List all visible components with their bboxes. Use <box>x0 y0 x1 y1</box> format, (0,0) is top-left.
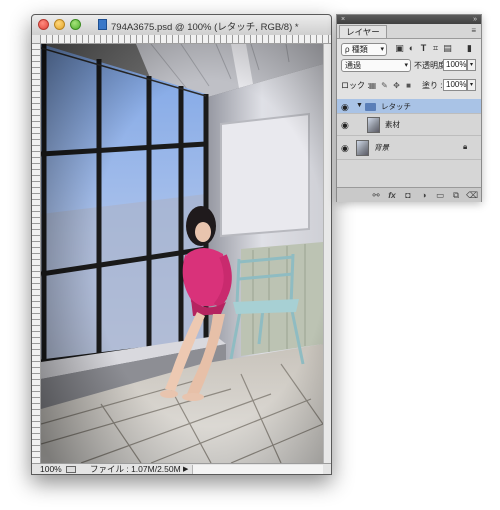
proof-icon[interactable] <box>66 466 76 473</box>
visibility-eye-icon[interactable]: ◉ <box>341 103 351 112</box>
vertical-scrollbar[interactable] <box>323 44 331 463</box>
document-titlebar[interactable]: 794A3675.psd @ 100% (レタッチ, RGB/8) * <box>32 15 331 36</box>
panel-footer: ⚯ fx ◘ ◑ ▭ ⧉ ⌫ <box>337 187 481 202</box>
vertical-ruler[interactable] <box>32 43 41 463</box>
lock-label: ロック : <box>341 81 370 90</box>
panel-close-icon[interactable]: × <box>341 16 348 23</box>
chevron-down-icon: ▾ <box>404 62 408 69</box>
expand-triangle-icon[interactable]: ▼ <box>356 102 363 109</box>
lock-all-icon[interactable]: ■ <box>404 81 413 90</box>
panel-collapse-icon[interactable]: » <box>473 15 477 24</box>
layer-row-group-retouch[interactable]: ◉ ▼ レタッチ <box>337 99 481 114</box>
layer-lock-icon: 🔒︎ <box>463 142 468 151</box>
link-icon[interactable]: ⚯ <box>371 190 381 200</box>
psd-file-icon <box>98 19 107 30</box>
layer-thumbnail <box>367 117 380 133</box>
blend-mode-select[interactable]: 通過 ▾ <box>341 59 411 72</box>
folder-icon <box>365 103 376 111</box>
mask-icon[interactable]: ◘ <box>403 190 413 200</box>
layer-name: 素材 <box>385 120 400 129</box>
lock-image-icon[interactable]: ✎ <box>380 81 389 90</box>
lock-position-icon[interactable]: ✥ <box>392 81 401 90</box>
zoom-window-button[interactable] <box>70 19 81 30</box>
document-title: 794A3675.psd @ 100% (レタッチ, RGB/8) * <box>111 22 299 33</box>
image-canvas[interactable] <box>41 44 323 463</box>
document-window: 794A3675.psd @ 100% (レタッチ, RGB/8) * 100%… <box>31 14 332 475</box>
layer-list: ◉ ▼ レタッチ ◉ 素材 ◉ 背景 🔒︎ <box>337 99 481 187</box>
type-filter-icon[interactable]: T <box>419 44 428 53</box>
layers-panel: × » レイヤー ≡ ρ 種類 ▾ ▣ ◐ T ⌗ ▤ ▮ 通過 ▾ 不透明度 … <box>336 14 482 202</box>
adjustment-icon[interactable]: ◑ <box>419 190 429 200</box>
filter-kind-value: ρ 種類 <box>345 45 368 54</box>
lock-transparent-icon[interactable]: ▦ <box>368 81 377 90</box>
new-layer-icon[interactable]: ⧉ <box>451 190 461 200</box>
layer-name: 背景 <box>374 143 389 152</box>
layer-row-background[interactable]: ◉ 背景 🔒︎ <box>337 136 481 160</box>
fill-input[interactable]: 100% <box>443 79 467 91</box>
panel-titlebar[interactable]: × » <box>337 15 481 24</box>
visibility-eye-icon[interactable]: ◉ <box>341 121 351 130</box>
horizontal-ruler[interactable] <box>40 35 331 44</box>
opacity-slider-toggle[interactable]: ▾ <box>467 59 476 71</box>
trash-icon[interactable]: ⌫ <box>466 190 478 200</box>
layer-controls: ρ 種類 ▾ ▣ ◐ T ⌗ ▤ ▮ 通過 ▾ 不透明度 : 100% ▾ ロッ… <box>337 38 481 100</box>
zoom-level[interactable]: 100% <box>40 464 62 474</box>
fill-slider-toggle[interactable]: ▾ <box>467 79 476 91</box>
group-icon[interactable]: ▭ <box>435 190 445 200</box>
panel-menu-icon[interactable]: ≡ <box>471 26 476 35</box>
close-window-button[interactable] <box>38 19 49 30</box>
image-filter-icon[interactable]: ▣ <box>395 44 404 53</box>
shape-filter-icon[interactable]: ⌗ <box>431 44 440 53</box>
filter-kind-select[interactable]: ρ 種類 ▾ <box>341 43 387 56</box>
layer-name: レタッチ <box>381 102 411 111</box>
smart-object-filter-icon[interactable]: ▤ <box>443 44 452 53</box>
layer-thumbnail <box>356 140 369 156</box>
tab-layers[interactable]: レイヤー <box>339 25 387 38</box>
horizontal-scrollbar[interactable] <box>192 465 323 474</box>
blend-mode-value: 通過 <box>345 61 361 70</box>
chevron-down-icon: ▾ <box>380 46 384 53</box>
opacity-input[interactable]: 100% <box>443 59 467 71</box>
visibility-eye-icon[interactable]: ◉ <box>341 144 351 153</box>
ruler-origin[interactable] <box>32 35 40 43</box>
photo <box>41 44 323 463</box>
status-menu-arrow[interactable]: ▶ <box>183 464 188 474</box>
layer-row-material[interactable]: ◉ 素材 <box>337 114 481 136</box>
fill-label: 塗り : <box>422 81 443 90</box>
fx-icon[interactable]: fx <box>387 190 397 200</box>
minimize-window-button[interactable] <box>54 19 65 30</box>
status-bar: 100% ファイル : 1.07M/2.50M ▶ <box>32 463 331 474</box>
adjustment-filter-icon[interactable]: ◐ <box>407 44 416 53</box>
filter-toggle-icon[interactable]: ▮ <box>465 44 474 53</box>
file-size-info: ファイル : 1.07M/2.50M <box>90 464 181 474</box>
